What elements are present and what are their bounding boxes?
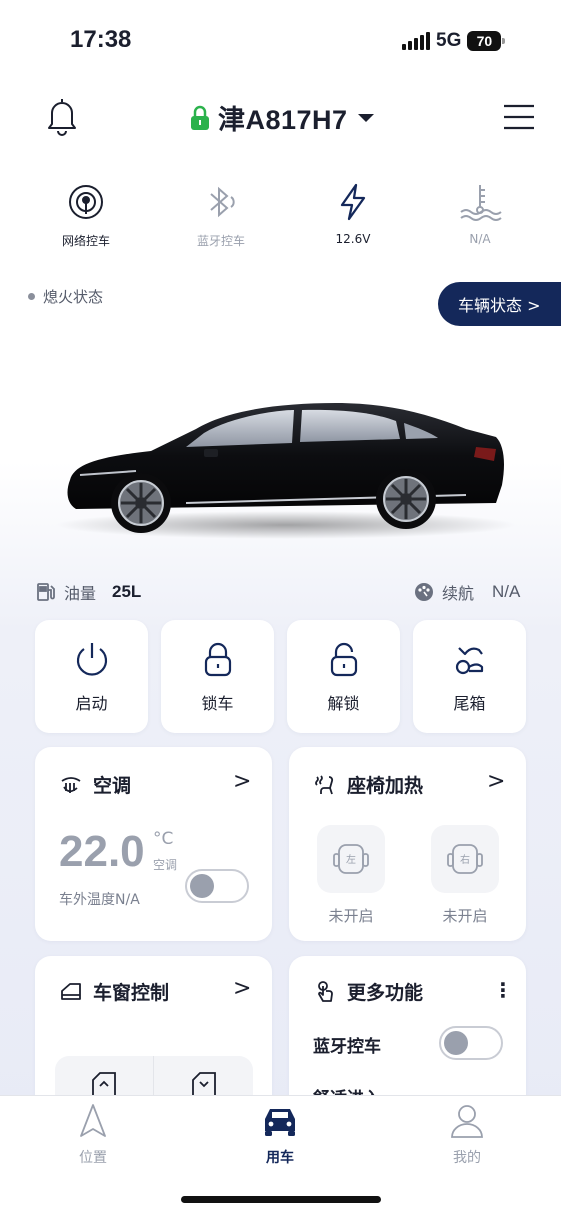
lock-status-icon: [191, 105, 209, 130]
seat-right-status: 未开启: [442, 907, 488, 925]
window-icon: [61, 982, 81, 1000]
quick-status-label: 12.6V: [335, 232, 371, 246]
bluetooth-toggle[interactable]: [439, 1026, 503, 1060]
car-icon: [265, 1109, 295, 1136]
car-image: [56, 385, 516, 549]
trunk-button[interactable]: 尾箱: [413, 620, 526, 733]
status-time: 17:38: [70, 26, 132, 53]
network-type: 5G: [436, 30, 462, 51]
seat-left-mark: 左: [346, 853, 356, 866]
action-label: 锁车: [201, 694, 234, 713]
nav-label: 用车: [266, 1150, 294, 1166]
touch-icon: [318, 980, 333, 1002]
quick-status-label: N/A: [469, 232, 491, 246]
vehicle-status-label: 车辆状态 >: [458, 296, 541, 315]
range-info: 续航 N/A: [414, 580, 520, 604]
fuel-info: 油量 25L: [36, 580, 141, 604]
nav-car[interactable]: 用车: [235, 1103, 325, 1167]
range-value: N/A: [492, 582, 521, 601]
status-dot: [28, 293, 35, 300]
caret-down-icon: [357, 113, 374, 122]
home-indicator[interactable]: [181, 1196, 381, 1203]
ac-card-header: 空调: [59, 771, 131, 798]
more-title: 更多功能: [347, 982, 424, 1004]
nav-location[interactable]: 位置: [48, 1103, 138, 1167]
fuel-icon: [37, 583, 55, 601]
window-chevron-icon[interactable]: >: [233, 976, 251, 1001]
status-indicators: 5G 70: [402, 30, 506, 52]
seat-right-icon: 右: [447, 844, 483, 874]
outside-temperature: 车外温度N/A: [59, 892, 140, 908]
quick-status-label: 蓝牙控车: [196, 234, 245, 248]
trunk-icon: [455, 647, 483, 675]
window-control-card[interactable]: 车窗控制 >: [35, 956, 272, 1136]
seat-title: 座椅加热: [347, 775, 424, 797]
ac-chevron-icon[interactable]: >: [233, 769, 251, 794]
quick-status-coolant: N/A: [425, 180, 535, 246]
voltage-icon: [298, 180, 408, 224]
quick-status-voltage: 12.6V: [298, 180, 408, 246]
ac-icon: [61, 776, 81, 793]
ignition-status: 熄火状态: [28, 286, 103, 307]
ac-temperature: 22.0: [59, 827, 145, 876]
quick-status-label: 网络控车: [61, 234, 110, 248]
profile-icon: [451, 1105, 483, 1138]
more-card-header: 更多功能: [313, 978, 423, 1005]
range-icon: [415, 583, 433, 601]
seat-left-button[interactable]: 左: [317, 825, 385, 893]
battery-level: 70: [476, 33, 493, 49]
fuel-value: 25L: [112, 582, 142, 601]
nav-label: 位置: [79, 1150, 107, 1166]
plate-selector[interactable]: 津A817H7: [190, 98, 376, 137]
menu-icon[interactable]: [503, 104, 535, 134]
battery-icon: 70: [467, 31, 506, 51]
ac-toggle[interactable]: [185, 869, 249, 903]
seat-right-mark: 右: [460, 853, 470, 866]
seat-left-status: 未开启: [328, 907, 374, 925]
action-label: 解锁: [327, 694, 360, 713]
quick-status-bluetooth: 蓝牙控车: [166, 180, 276, 249]
range-label: 续航: [442, 584, 475, 603]
bluetooth-icon: [166, 180, 276, 224]
window-card-header: 车窗控制: [59, 978, 169, 1005]
seat-chevron-icon[interactable]: >: [487, 769, 505, 794]
network-control-icon: [31, 180, 141, 224]
seat-heat-icon: [315, 774, 334, 794]
vehicle-status-button[interactable]: 车辆状态 >: [438, 282, 561, 326]
quick-status-network: 网络控车: [31, 180, 141, 249]
unlock-button[interactable]: 解锁: [287, 620, 400, 733]
ignition-label: 熄火状态: [43, 288, 104, 306]
bell-icon[interactable]: [44, 96, 80, 140]
seat-heating-card[interactable]: 座椅加热 > 左 右 未开启 未开启: [289, 747, 526, 941]
seat-left-icon: 左: [333, 844, 369, 874]
power-icon: [76, 643, 107, 676]
lock-button[interactable]: 锁车: [161, 620, 274, 733]
lock-icon: [204, 642, 231, 677]
signal-icon: [402, 32, 430, 50]
unlock-icon: [330, 642, 357, 677]
more-functions-card: 更多功能 ⋮ 蓝牙控车 舒适进入: [289, 956, 526, 1146]
location-icon: [80, 1104, 106, 1137]
action-label: 尾箱: [453, 694, 486, 713]
window-title: 车窗控制: [93, 982, 170, 1004]
more-options-icon[interactable]: ⋮: [493, 978, 513, 1002]
ac-card[interactable]: 空调 > 22.0 °C 空调 车外温度N/A: [35, 747, 272, 941]
ac-title: 空调: [93, 775, 132, 797]
action-label: 启动: [75, 694, 108, 713]
start-button[interactable]: 启动: [35, 620, 148, 733]
fuel-label: 油量: [64, 584, 97, 603]
plate-number: 津A817H7: [218, 105, 348, 135]
nav-label: 我的: [453, 1150, 481, 1166]
ac-temp-sub: 空调: [153, 858, 178, 872]
seat-right-button[interactable]: 右: [431, 825, 499, 893]
nav-profile[interactable]: 我的: [422, 1103, 512, 1167]
ac-temp-unit: °C: [153, 829, 174, 849]
coolant-temp-icon: [425, 180, 535, 224]
bluetooth-row-label: 蓝牙控车: [313, 1037, 381, 1057]
seat-card-header: 座椅加热: [313, 771, 423, 798]
